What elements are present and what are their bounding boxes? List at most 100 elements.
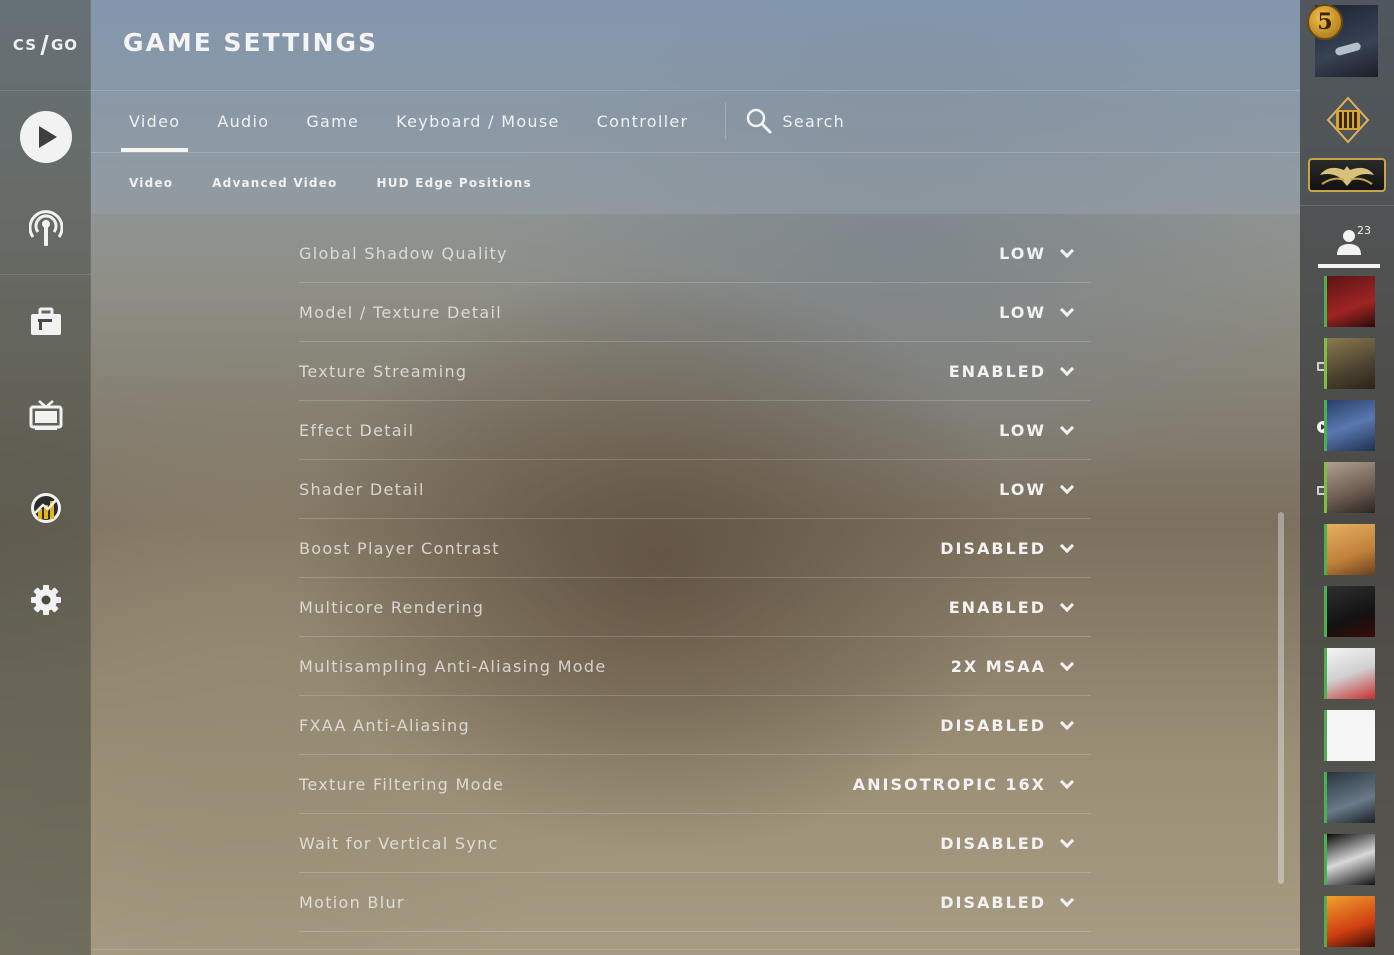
setting-label: Boost Player Contrast	[299, 538, 500, 558]
play-button[interactable]	[0, 107, 91, 167]
setting-dropdown[interactable]: DISABLED	[940, 833, 1075, 853]
setting-row-motion-blur: Motion Blur DISABLED	[299, 873, 1091, 932]
chevron-down-icon	[1059, 715, 1075, 730]
chevron-down-icon	[1059, 420, 1075, 435]
chevron-down-icon	[1059, 243, 1075, 258]
setting-label: Multicore Rendering	[299, 597, 485, 617]
setting-value: DISABLED	[940, 833, 1046, 853]
friend-count: 23	[1357, 224, 1371, 237]
settings-header: GAME SETTINGS Video Audio Game Keyboard …	[91, 0, 1300, 214]
search-label: Search	[782, 111, 846, 131]
left-navigation: CS GO	[0, 0, 91, 955]
bottom-divider	[91, 949, 1300, 950]
setting-dropdown[interactable]: DISABLED	[940, 538, 1075, 558]
logo-text-right: GO	[51, 36, 79, 54]
setting-dropdown[interactable]: ENABLED	[949, 361, 1075, 381]
setting-row-global-shadow-quality: Global Shadow Quality LOW	[299, 224, 1091, 283]
setting-label: Texture Streaming	[299, 361, 468, 381]
rank-shield-icon[interactable]	[1324, 96, 1372, 144]
setting-row-effect-detail: Effect Detail LOW	[299, 401, 1091, 460]
setting-row-model-texture-detail: Model / Texture Detail LOW	[299, 283, 1091, 342]
setting-dropdown[interactable]: DISABLED	[940, 715, 1075, 735]
friend-avatar[interactable]	[1324, 524, 1375, 575]
setting-label: Wait for Vertical Sync	[299, 833, 499, 853]
settings-scrollbar[interactable]	[1278, 512, 1284, 884]
tab-game[interactable]: Game	[298, 90, 367, 152]
tab-audio[interactable]: Audio	[209, 90, 277, 152]
setting-value: DISABLED	[940, 892, 1046, 912]
search-icon	[747, 108, 772, 134]
setting-row-shader-detail: Shader Detail LOW	[299, 460, 1091, 519]
chevron-down-icon	[1059, 833, 1075, 848]
setting-label: Texture Filtering Mode	[299, 774, 505, 794]
stats-button[interactable]	[0, 478, 91, 538]
broadcast-button[interactable]	[0, 198, 91, 258]
setting-label: Multisampling Anti-Aliasing Mode	[299, 656, 607, 676]
setting-value: LOW	[999, 302, 1046, 322]
setting-row-multicore-rendering: Multicore Rendering ENABLED	[299, 578, 1091, 637]
tab-controller[interactable]: Controller	[589, 90, 697, 152]
gear-icon	[30, 585, 61, 615]
chevron-down-icon	[1059, 361, 1075, 376]
setting-row-texture-filtering-mode: Texture Filtering Mode ANISOTROPIC 16X	[299, 755, 1091, 814]
friend-avatar[interactable]	[1324, 400, 1375, 451]
page-title: GAME SETTINGS	[123, 28, 379, 57]
chevron-down-icon	[1059, 538, 1075, 553]
chevron-down-icon	[1059, 892, 1075, 907]
friend-avatar[interactable]	[1324, 276, 1375, 327]
setting-dropdown[interactable]: LOW	[999, 420, 1075, 440]
setting-value: 2X MSAA	[950, 656, 1046, 676]
inventory-button[interactable]	[0, 292, 91, 352]
friend-avatar[interactable]	[1324, 710, 1375, 761]
skill-group-icon[interactable]	[1308, 158, 1386, 192]
antenna-icon	[28, 210, 63, 246]
setting-value: LOW	[999, 420, 1046, 440]
setting-value: LOW	[999, 243, 1046, 263]
video-subtabs: Video Advanced Video HUD Edge Positions	[129, 153, 571, 213]
setting-value: DISABLED	[940, 538, 1046, 558]
tv-icon	[29, 400, 62, 430]
setting-dropdown[interactable]: ANISOTROPIC 16X	[853, 774, 1075, 794]
setting-label: Effect Detail	[299, 420, 415, 440]
setting-dropdown[interactable]: DISABLED	[940, 892, 1075, 912]
setting-value: ENABLED	[948, 597, 1046, 617]
friends-panel: 5 23	[1300, 0, 1394, 955]
friend-avatar[interactable]	[1324, 834, 1375, 885]
friend-avatar[interactable]	[1324, 772, 1375, 823]
setting-value: DISABLED	[940, 715, 1046, 735]
friend-avatar[interactable]	[1324, 896, 1375, 947]
setting-dropdown[interactable]: LOW	[999, 302, 1075, 322]
chevron-down-icon	[1059, 479, 1075, 494]
setting-dropdown[interactable]: LOW	[999, 479, 1075, 499]
briefcase-icon	[30, 307, 61, 335]
tab-video[interactable]: Video	[121, 90, 189, 152]
friend-avatar[interactable]	[1324, 586, 1375, 637]
setting-row-texture-streaming: Texture Streaming ENABLED	[299, 342, 1091, 401]
chevron-down-icon	[1059, 302, 1075, 317]
setting-row-boost-player-contrast: Boost Player Contrast DISABLED	[299, 519, 1091, 578]
search-button[interactable]: Search	[746, 90, 845, 152]
logo-figure-icon	[39, 35, 49, 55]
setting-dropdown[interactable]: 2X MSAA	[950, 656, 1075, 676]
setting-dropdown[interactable]: LOW	[999, 243, 1075, 263]
setting-row-fxaa: FXAA Anti-Aliasing DISABLED	[299, 696, 1091, 755]
friend-avatar[interactable]	[1324, 648, 1375, 699]
setting-label: Shader Detail	[299, 479, 425, 499]
friend-avatar[interactable]	[1324, 462, 1375, 513]
chevron-down-icon	[1059, 774, 1075, 789]
nav-divider	[0, 274, 91, 275]
subtab-video[interactable]: Video	[129, 176, 173, 190]
setting-dropdown[interactable]: ENABLED	[948, 597, 1075, 617]
subtab-advanced-video[interactable]: Advanced Video	[212, 176, 337, 190]
watch-button[interactable]	[0, 385, 91, 445]
setting-label: Global Shadow Quality	[299, 243, 508, 263]
subtab-hud-edge-positions[interactable]: HUD Edge Positions	[377, 176, 532, 190]
csgo-logo[interactable]: CS GO	[0, 0, 91, 90]
settings-button[interactable]	[0, 570, 91, 630]
tab-keyboard-mouse[interactable]: Keyboard / Mouse	[388, 90, 568, 152]
setting-value: LOW	[999, 479, 1046, 499]
setting-row-msaa-mode: Multisampling Anti-Aliasing Mode 2X MSAA	[299, 637, 1091, 696]
friend-avatar[interactable]	[1324, 338, 1375, 389]
chevron-down-icon	[1059, 656, 1075, 671]
chevron-down-icon	[1059, 597, 1075, 612]
